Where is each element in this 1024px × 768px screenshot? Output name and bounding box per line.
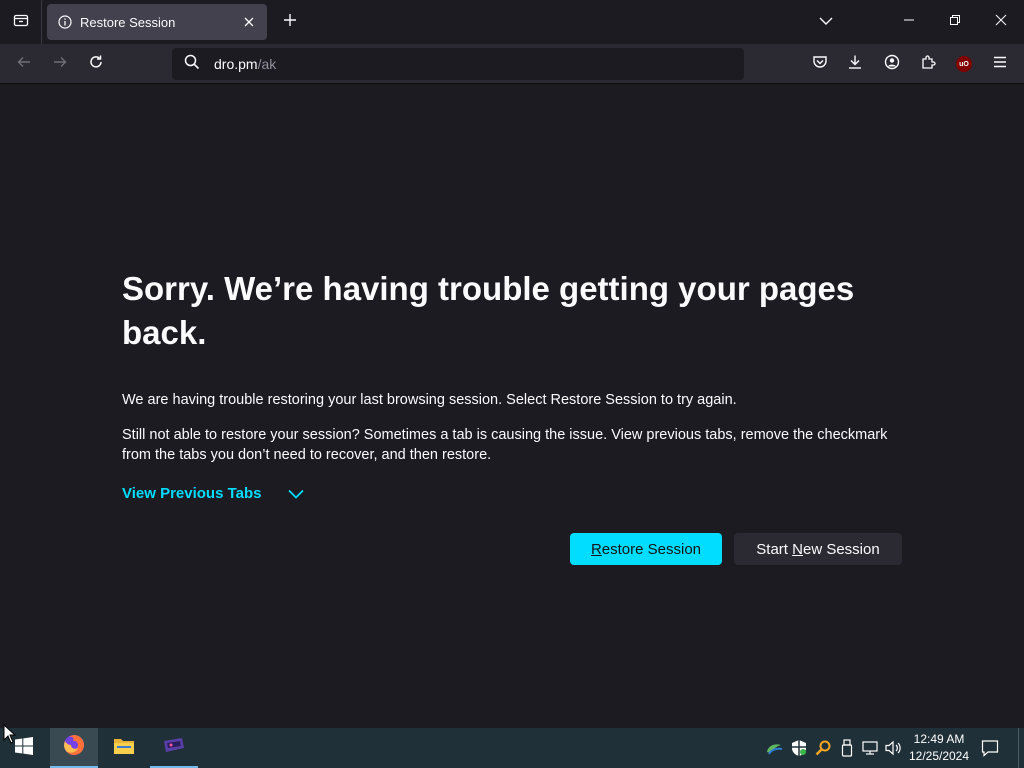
windows-start-icon [15, 736, 33, 760]
search-icon [184, 54, 200, 75]
taskbar-app[interactable] [150, 728, 198, 768]
back-icon [16, 54, 32, 75]
reload-icon [88, 54, 104, 75]
reload-button[interactable] [80, 48, 112, 80]
restore-description: We are having trouble restoring your las… [122, 392, 737, 408]
menu-icon [992, 54, 1008, 75]
restore-access-key: R [590, 540, 602, 558]
close-icon[interactable] [241, 14, 257, 30]
usb-icon[interactable] [837, 738, 857, 758]
ethernet-icon[interactable] [861, 738, 881, 758]
tab-title: Restore Session [80, 14, 176, 30]
list-all-tabs-button[interactable] [814, 10, 838, 34]
firefox-icon [62, 733, 86, 762]
new-session-access-key: N [792, 540, 803, 558]
restore-session-button[interactable]: Restore Session [570, 533, 722, 565]
page-content: Sorry. We’re having trouble getting your… [0, 85, 1024, 728]
minimize-button[interactable] [886, 0, 932, 44]
restore-icon [949, 13, 961, 31]
network-icon[interactable] [764, 738, 784, 758]
app-menu-button[interactable] [984, 48, 1016, 80]
taskbar-firefox[interactable] [50, 728, 98, 768]
plus-icon [283, 13, 297, 32]
address-bar[interactable]: dro.pm/ak [172, 48, 744, 80]
tab-strip: Restore Session [0, 0, 1024, 44]
new-tab-button[interactable] [278, 10, 302, 34]
show-desktop-button[interactable] [1018, 728, 1024, 768]
restore-window-button[interactable] [932, 0, 978, 44]
taskbar-file-explorer[interactable] [100, 728, 148, 768]
chevron-down-icon [287, 489, 304, 499]
extensions-icon [920, 54, 936, 75]
downloads-button[interactable] [839, 48, 871, 80]
ublock-icon: uO [956, 56, 972, 72]
file-explorer-icon [113, 736, 135, 761]
new-session-label-after: ew Session [802, 540, 880, 558]
taskbar-clock[interactable]: 12:49 AM 12/25/2024 [904, 731, 974, 765]
minimize-icon [903, 13, 915, 31]
search-tray-icon[interactable] [813, 738, 833, 758]
notification-icon[interactable] [980, 738, 1000, 758]
extensions-button[interactable] [912, 48, 944, 80]
shield-icon[interactable] [789, 738, 809, 758]
view-previous-tabs-toggle[interactable]: View Previous Tabs [122, 485, 304, 502]
close-icon [995, 13, 1007, 31]
info-icon [57, 14, 73, 30]
forward-button[interactable] [44, 48, 76, 80]
volume-icon[interactable] [884, 738, 904, 758]
ublock-extension-button[interactable]: uO [948, 48, 980, 80]
taskbar: 12:49 AM 12/25/2024 [0, 728, 1024, 768]
close-window-button[interactable] [978, 0, 1024, 44]
restore-label-rest: estore Session [601, 540, 702, 558]
view-previous-tabs-label: View Previous Tabs [122, 485, 262, 502]
url-host: dro.pm [214, 56, 258, 72]
back-button[interactable] [8, 48, 40, 80]
clock-date: 12/25/2024 [908, 749, 970, 763]
download-icon [847, 54, 863, 75]
new-session-label-before: Start [756, 540, 793, 558]
url-text: dro.pm/ak [214, 56, 276, 72]
url-path: /ak [257, 56, 277, 72]
troubleshoot-description: Still not able to restore your session? … [122, 427, 888, 463]
tab-restore-session[interactable]: Restore Session [47, 4, 267, 40]
clock-time: 12:49 AM [913, 732, 965, 746]
pocket-button[interactable] [804, 48, 836, 80]
navigation-toolbar: dro.pm/ak uO [0, 44, 1024, 84]
mouse-cursor-icon [3, 723, 17, 749]
app-icon [162, 737, 186, 758]
chevron-down-icon [819, 13, 833, 31]
tab-list-button[interactable] [0, 0, 42, 44]
account-button[interactable] [876, 48, 908, 80]
forward-icon [52, 54, 68, 75]
tab-list-icon [13, 12, 29, 33]
start-new-session-button[interactable]: Start New Session [734, 533, 902, 565]
pocket-icon [812, 54, 828, 75]
account-icon [884, 54, 900, 75]
page-title: Sorry. We’re having trouble getting your… [122, 270, 855, 351]
